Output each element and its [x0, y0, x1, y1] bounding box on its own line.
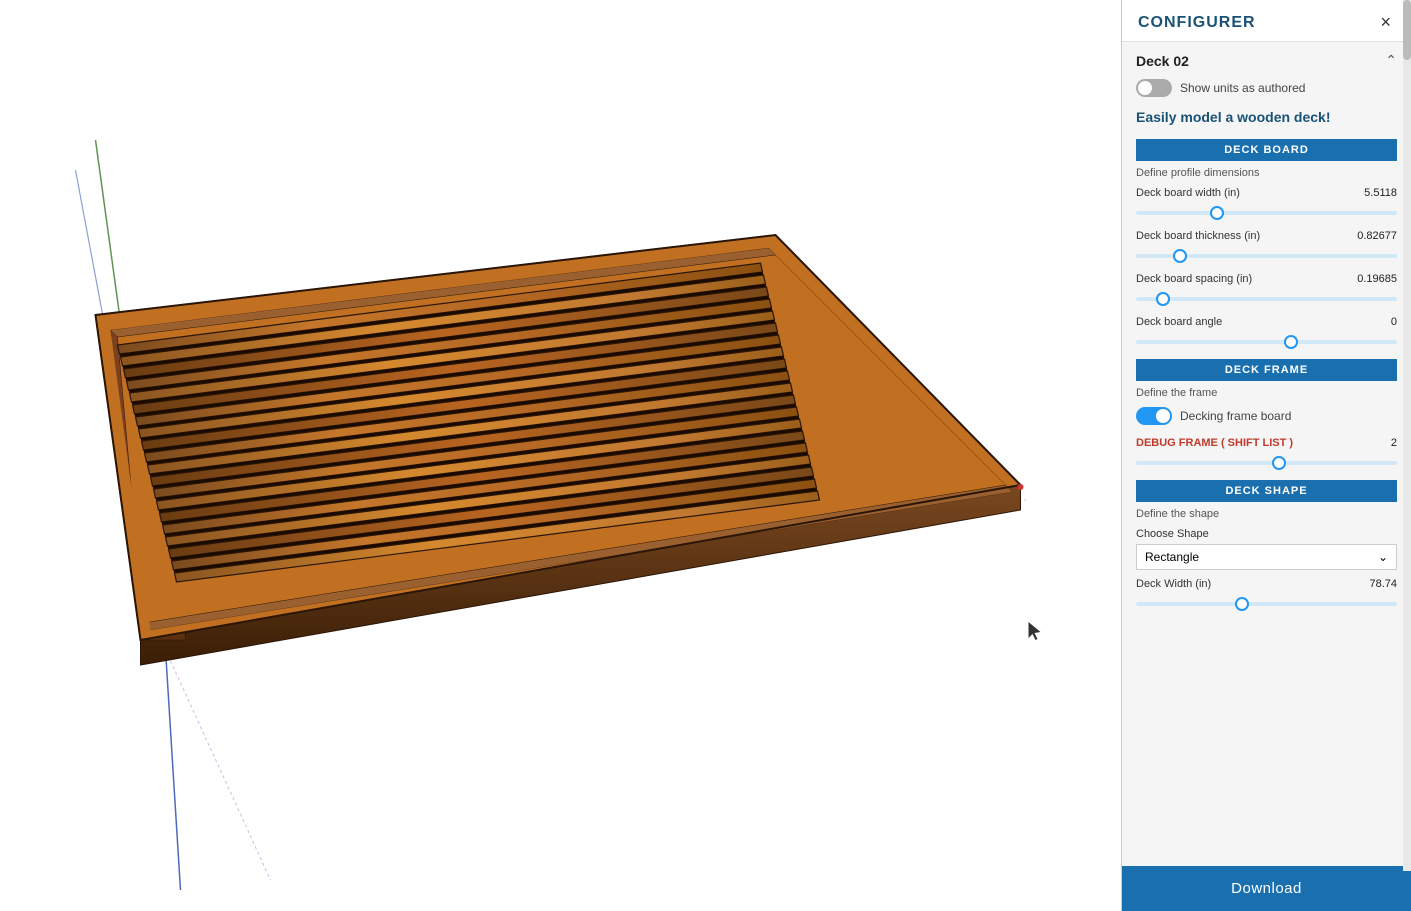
deck-name: Deck 02 — [1136, 53, 1189, 69]
deck-board-angle-label: Deck board angle — [1136, 316, 1222, 328]
download-area: Download — [1122, 866, 1411, 911]
debug-frame-label: DEBUG FRAME ( SHIFT LIST ) — [1136, 437, 1293, 449]
show-units-row: Show units as authored — [1136, 79, 1397, 97]
debug-frame-slider[interactable] — [1136, 461, 1397, 465]
panel-scroll-area[interactable]: Deck 02 ⌃ Show units as authored Easily … — [1122, 42, 1411, 866]
deck-width-label: Deck Width (in) — [1136, 578, 1211, 590]
dropdown-chevron-icon: ⌄ — [1378, 550, 1388, 564]
shape-selected-value: Rectangle — [1145, 550, 1199, 564]
deck-board-width-label: Deck board width (in) — [1136, 187, 1240, 199]
deck-width-slider[interactable] — [1136, 602, 1397, 606]
deck-board-width-param: Deck board width (in) 5.5118 — [1136, 187, 1397, 220]
panel-header: CONFIGURER × — [1122, 0, 1411, 42]
deck-width-param: Deck Width (in) 78.74 — [1136, 578, 1397, 611]
frame-board-toggle[interactable] — [1136, 407, 1172, 425]
deck-frame-header: DECK FRAME — [1136, 359, 1397, 381]
deck-board-spacing-label: Deck board spacing (in) — [1136, 273, 1252, 285]
frame-board-label: Decking frame board — [1180, 409, 1291, 423]
close-button[interactable]: × — [1376, 12, 1395, 33]
debug-frame-value: 2 — [1391, 437, 1397, 449]
deck-board-angle-slider[interactable] — [1136, 340, 1397, 344]
deck-board-header: DECK BOARD — [1136, 139, 1397, 161]
decking-frame-row: Decking frame board — [1136, 407, 1397, 425]
scrollbar-thumb[interactable] — [1403, 0, 1411, 60]
deck-board-angle-value: 0 — [1391, 316, 1397, 328]
deck-board-thickness-slider[interactable] — [1136, 254, 1397, 258]
panel-title: CONFIGURER — [1138, 14, 1256, 32]
deck-board-spacing-slider[interactable] — [1136, 297, 1397, 301]
3d-viewport — [0, 0, 1121, 911]
deck-board-thickness-value: 0.82677 — [1357, 230, 1397, 242]
deck-board-sublabel: Define profile dimensions — [1136, 167, 1397, 179]
deck-board-spacing-param: Deck board spacing (in) 0.19685 — [1136, 273, 1397, 306]
debug-frame-param: DEBUG FRAME ( SHIFT LIST ) 2 — [1136, 437, 1397, 470]
deck-width-value: 78.74 — [1369, 578, 1397, 590]
show-units-toggle[interactable] — [1136, 79, 1172, 97]
deck-shape-header: DECK SHAPE — [1136, 480, 1397, 502]
deck-frame-sublabel: Define the frame — [1136, 387, 1397, 399]
deck-board-thickness-label: Deck board thickness (in) — [1136, 230, 1260, 242]
tagline: Easily model a wooden deck! — [1136, 109, 1397, 125]
deck-board-width-value: 5.5118 — [1364, 187, 1397, 199]
choose-shape-label: Choose Shape — [1136, 528, 1397, 540]
deck-board-angle-param: Deck board angle 0 — [1136, 316, 1397, 349]
show-units-label: Show units as authored — [1180, 81, 1305, 95]
deck-board-thickness-param: Deck board thickness (in) 0.82677 — [1136, 230, 1397, 263]
shape-dropdown[interactable]: Rectangle ⌄ — [1136, 544, 1397, 570]
deck-shape-sublabel: Define the shape — [1136, 508, 1397, 520]
deck-board-width-slider[interactable] — [1136, 211, 1397, 215]
configurer-panel: CONFIGURER × Deck 02 ⌃ Show units as aut… — [1121, 0, 1411, 911]
download-button[interactable]: Download — [1122, 866, 1411, 911]
deck-board-spacing-value: 0.19685 — [1357, 273, 1397, 285]
panel-scrollbar[interactable] — [1403, 0, 1411, 871]
chevron-up-icon[interactable]: ⌃ — [1385, 52, 1397, 69]
deck-name-row: Deck 02 ⌃ — [1136, 52, 1397, 69]
